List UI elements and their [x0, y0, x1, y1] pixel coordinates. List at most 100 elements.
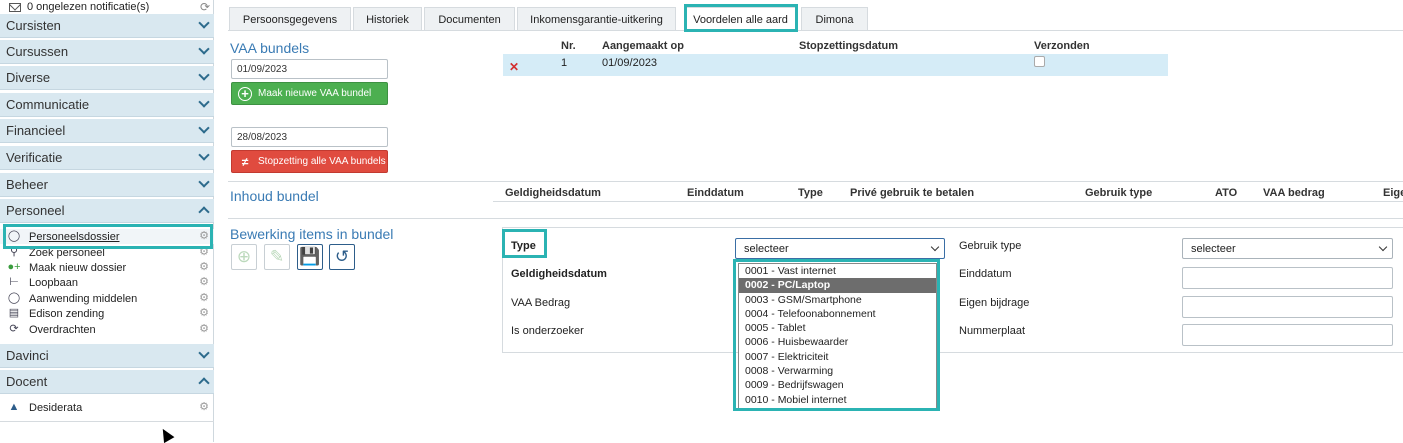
type-option[interactable]: 0009 - Bedrijfswagen [739, 378, 936, 392]
tab-underline [228, 30, 1403, 31]
gear-icon[interactable]: ⚙ [199, 306, 209, 319]
delete-icon[interactable]: ✕ [509, 60, 519, 74]
group-label: Cursisten [6, 18, 61, 33]
chevron-up-icon [198, 206, 210, 218]
create-vaa-bundle-button[interactable]: + Maak nieuwe VAA bundel [231, 82, 388, 105]
type-option[interactable]: 0005 - Tablet [739, 321, 936, 335]
search-icon: ⚲ [9, 246, 19, 258]
save-icon[interactable]: 💾 [297, 244, 323, 270]
group-label: Verificatie [6, 150, 63, 165]
sidebar-item-maak-nieuw-dossier[interactable]: ●+ Maak nieuw dossier ⚙ [0, 260, 214, 275]
group-label: Communicatie [6, 97, 90, 112]
add-icon[interactable]: ⊕ [231, 244, 257, 270]
sent-checkbox[interactable] [1034, 56, 1045, 67]
plate-input[interactable] [1182, 324, 1393, 346]
group-communicatie[interactable]: Communicatie [0, 93, 214, 117]
sidebar-item-loopbaan[interactable]: ⊢ Loopbaan ⚙ [0, 275, 214, 290]
list-icon: ▤ [8, 307, 20, 319]
user-icon: ◯ [7, 230, 21, 242]
type-option[interactable]: 0004 - Telefoonabonnement [739, 307, 936, 321]
group-diverse[interactable]: Diverse [0, 66, 214, 90]
tab-historiek[interactable]: Historiek [353, 7, 422, 31]
tab-inkomensgarantie[interactable]: Inkomensgarantie-uitkering [517, 7, 676, 31]
col-created: Aangemaakt op [602, 40, 684, 52]
type-option-selected[interactable]: 0002 - PC/Laptop [739, 278, 936, 293]
stop-all-bundles-button[interactable]: ≠ Stopzetting alle VAA bundels [231, 150, 388, 173]
chevron-down-icon [198, 96, 210, 108]
group-label: Davinci [6, 348, 49, 363]
chevron-down-icon [198, 122, 210, 134]
group-verificatie[interactable]: Verificatie [0, 146, 214, 170]
gear-icon[interactable]: ⚙ [199, 400, 209, 413]
gear-icon[interactable]: ⚙ [199, 229, 209, 242]
col-use-type: Gebruik type [1085, 187, 1153, 199]
type-option[interactable]: 0008 - Verwarming [739, 364, 936, 378]
sidebar-item-desiderata[interactable]: ▲ Desiderata ⚙ [0, 400, 214, 415]
end-date-input[interactable] [1182, 267, 1393, 289]
gear-icon[interactable]: ⚙ [199, 260, 209, 273]
stop-date-input[interactable]: 28/08/2023 [231, 127, 388, 147]
sidebar-item-zoek-personeel[interactable]: ⚲ Zoek personeel ⚙ [0, 245, 214, 260]
use-type-select[interactable]: selecteer [1182, 238, 1393, 259]
button-label: Stopzetting alle VAA bundels [258, 156, 386, 167]
sidebar-item-label: Edison zending [29, 307, 105, 320]
group-cursussen[interactable]: Cursussen [0, 40, 214, 64]
plate-label: Nummerplaat [959, 325, 1026, 337]
use-type-label: Gebruik type [959, 240, 1022, 252]
chevron-down-icon [1378, 242, 1388, 252]
tab-dimona[interactable]: Dimona [801, 7, 868, 31]
chevron-down-icon [198, 43, 210, 55]
tab-voordelen-alle-aard[interactable]: Voordelen alle aard [684, 7, 797, 31]
type-option[interactable]: 0010 - Mobiel internet [739, 393, 936, 407]
notifications-bar[interactable]: 0 ongelezen notificatie(s) ⟳ [0, 0, 214, 14]
gear-icon[interactable]: ⚙ [199, 245, 209, 258]
tab-documenten[interactable]: Documenten [424, 7, 515, 31]
own-contribution-input[interactable] [1182, 296, 1393, 318]
col-ato: ATO [1215, 187, 1238, 199]
type-option[interactable]: 0006 - Huisbewaarder [739, 335, 936, 349]
group-cursisten[interactable]: Cursisten [0, 14, 214, 38]
group-docent[interactable]: Docent [0, 370, 214, 394]
group-financieel[interactable]: Financieel [0, 119, 214, 143]
sidebar-item-label: Overdrachten [29, 323, 96, 336]
add-user-icon: ●+ [7, 261, 21, 273]
type-select[interactable]: selecteer [735, 238, 945, 259]
col-type: Type [798, 187, 823, 199]
refresh-icon[interactable]: ⟳ [200, 0, 210, 14]
use-type-select-value: selecteer [1191, 242, 1236, 255]
sidebar-item-aanwending-middelen[interactable]: ◯ Aanwending middelen ⚙ [0, 291, 214, 306]
divider [493, 201, 1403, 202]
col-own: Eige [1383, 187, 1403, 199]
sidebar-divider [0, 421, 214, 422]
chevron-down-icon [198, 69, 210, 81]
sidebar-item-edison-zending[interactable]: ▤ Edison zending ⚙ [0, 306, 214, 321]
sidebar-item-personeelsdossier[interactable]: ◯ Personeelsdossier ⚙ [0, 229, 214, 244]
group-personeel[interactable]: Personeel [0, 199, 214, 223]
col-private-use: Privé gebruik te betalen [850, 187, 975, 199]
undo-icon[interactable]: ↺ [329, 244, 355, 270]
group-label: Financieel [6, 123, 66, 138]
type-option[interactable]: 0003 - GSM/Smartphone [739, 293, 936, 307]
sidebar-item-label: Desiderata [29, 401, 83, 414]
refresh-icon: ⟳ [9, 323, 19, 335]
bundle-date-input[interactable]: 01/09/2023 [231, 59, 388, 79]
edit-icon[interactable]: ✎ [264, 244, 290, 270]
gear-icon[interactable]: ⚙ [199, 275, 209, 288]
type-option[interactable]: 0007 - Elektriciteit [739, 350, 936, 364]
gear-icon[interactable]: ⚙ [199, 322, 209, 335]
chevron-down-icon [930, 242, 940, 252]
type-select-value: selecteer [744, 242, 789, 255]
own-contribution-label: Eigen bijdrage [959, 297, 1030, 309]
group-beheer[interactable]: Beheer [0, 173, 214, 197]
gear-icon[interactable]: ⚙ [199, 291, 209, 304]
button-label: Maak nieuwe VAA bundel [258, 88, 372, 99]
col-sent: Verzonden [1034, 40, 1090, 52]
chevron-down-icon [198, 17, 210, 29]
end-date-label: Einddatum [959, 268, 1012, 280]
sidebar-item-overdrachten[interactable]: ⟳ Overdrachten ⚙ [0, 322, 214, 337]
tab-persoonsgegevens[interactable]: Persoonsgegevens [229, 7, 351, 31]
chevron-down-icon [198, 347, 210, 359]
type-option[interactable]: 0001 - Vast internet [739, 264, 936, 278]
divider [228, 181, 1403, 182]
group-davinci[interactable]: Davinci [0, 344, 214, 368]
